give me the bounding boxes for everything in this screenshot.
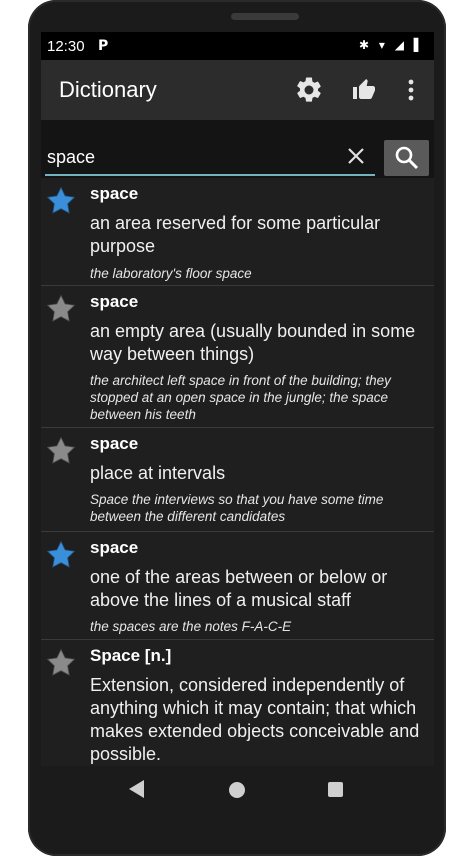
entry-word: space (90, 292, 139, 311)
entry-definition: place at intervals (90, 463, 226, 483)
thumbs-up-icon[interactable] (346, 72, 382, 108)
list-item[interactable]: space place at intervals Space the inter… (41, 428, 434, 532)
entry-definition: an area reserved for some particular pur… (90, 213, 381, 256)
navigation-bar (41, 766, 434, 816)
status-icons: ✱ ▾ ◢ ▌ (359, 38, 426, 52)
entry-example: the architect left space in front of the… (90, 373, 391, 422)
entry-word: space (90, 434, 139, 453)
search-bar: space (41, 120, 434, 178)
entry-word: space (90, 538, 139, 557)
search-icon (394, 146, 420, 175)
list-item[interactable]: Space [n.] Extension, considered indepen… (41, 640, 434, 766)
close-icon[interactable] (347, 142, 365, 171)
status-bar: 12:30 P ✱ ▾ ◢ ▌ (41, 32, 434, 60)
entry-definition: Extension, considered independently of a… (90, 675, 420, 764)
more-vert-icon[interactable] (393, 72, 429, 108)
entry-word: space (90, 184, 139, 203)
list-item[interactable]: space an empty area (usually bounded in … (41, 286, 434, 428)
screen: 12:30 P ✱ ▾ ◢ ▌ Dictionary space space a… (41, 32, 434, 766)
app-bar: Dictionary (41, 60, 434, 120)
results-list: space an area reserved for some particul… (41, 178, 434, 766)
entry-example: the laboratory's floor space (90, 266, 252, 281)
entry-definition: an empty area (usually bounded in some w… (90, 321, 416, 364)
recents-icon[interactable] (328, 782, 343, 797)
list-item[interactable]: space an area reserved for some particul… (41, 178, 434, 286)
list-item[interactable]: space one of the areas between or below … (41, 532, 434, 640)
search-input[interactable]: space (45, 140, 375, 176)
gear-icon[interactable] (291, 72, 327, 108)
star-outline-icon[interactable] (45, 435, 77, 467)
entry-word: Space [n.] (90, 646, 172, 665)
notification-p-icon: P (98, 38, 109, 54)
entry-example: the spaces are the notes F-A-C-E (90, 619, 292, 634)
home-icon[interactable] (229, 782, 245, 798)
status-time: 12:30 (47, 38, 85, 55)
entry-example: Space the interviews so that you have so… (90, 492, 384, 524)
entry-definition: one of the areas between or below or abo… (90, 567, 388, 610)
star-outline-icon[interactable] (45, 647, 77, 679)
star-outline-icon[interactable] (45, 293, 77, 325)
star-filled-icon[interactable] (45, 539, 77, 571)
search-input-value[interactable]: space (47, 147, 95, 168)
app-title: Dictionary (59, 77, 157, 102)
back-icon[interactable] (129, 780, 144, 798)
search-button[interactable] (384, 140, 429, 176)
star-filled-icon[interactable] (45, 185, 77, 217)
speaker-grille (231, 13, 299, 20)
